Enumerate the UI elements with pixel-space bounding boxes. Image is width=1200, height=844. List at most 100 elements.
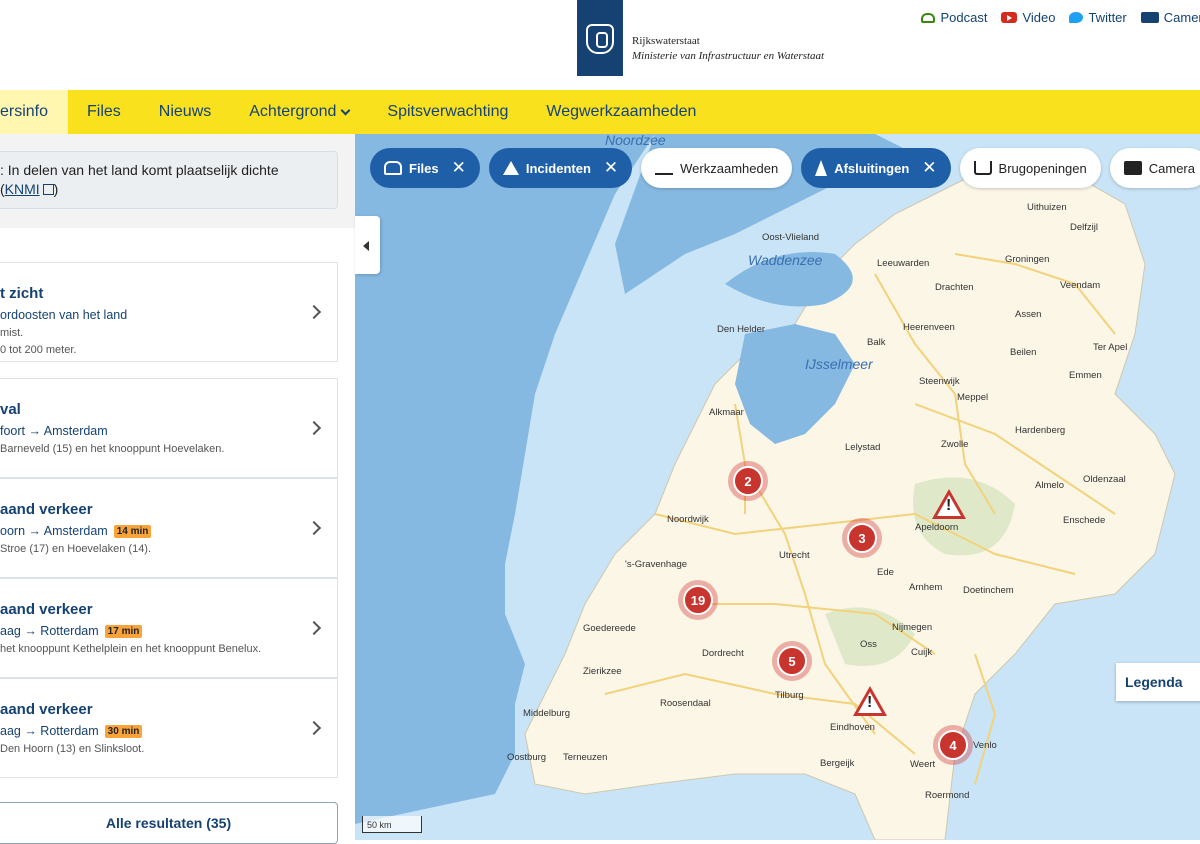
traffic-card[interactable]: aand verkeer oorn → Amsterdam 14 min Stro…: [0, 478, 338, 578]
filter-chip-files[interactable]: Files ✕: [370, 148, 480, 188]
card-route: aag → Rotterdam 17 min: [0, 624, 143, 638]
map-scale: 50 km: [362, 816, 422, 833]
all-results-button[interactable]: Alle resultaten (35): [0, 802, 338, 844]
cluster-count: 3: [847, 523, 877, 553]
place-label: Zierikzee: [583, 666, 622, 677]
card-route-label: oorn → Amsterdam: [0, 524, 108, 538]
card-title: val: [0, 401, 21, 418]
delay-badge: 17 min: [104, 624, 143, 638]
warning-icon[interactable]: [853, 686, 887, 716]
place-label: Almelo: [1035, 480, 1065, 491]
camera-link[interactable]: Camera: [1140, 10, 1200, 25]
cluster-count: 2: [733, 466, 763, 496]
filter-label: Camera: [1148, 160, 1195, 176]
place-label: Oss: [860, 639, 877, 650]
place-label: 's-Gravenhage: [625, 559, 688, 570]
card-title: aand verkeer: [0, 701, 93, 718]
filter-chip-brugopeningen[interactable]: Brugopeningen: [959, 148, 1101, 188]
close-icon[interactable]: ✕: [604, 158, 618, 178]
nav-item-verkeersinfo[interactable]: ersinfo: [0, 90, 68, 134]
close-icon[interactable]: ✕: [452, 158, 466, 178]
nav-item-wegwerkzaamheden[interactable]: Wegwerkzaamheden: [527, 90, 715, 134]
cone-icon: [815, 160, 828, 176]
podcast-link[interactable]: Podcast: [921, 10, 987, 25]
camera-icon: [1123, 161, 1142, 175]
video-link[interactable]: Video: [1001, 10, 1055, 25]
place-label: Apeldoorn: [915, 522, 959, 533]
place-label: Weert: [910, 759, 936, 770]
crest-icon: [586, 24, 614, 54]
nav-item-nieuws[interactable]: Nieuws: [140, 90, 230, 134]
traffic-card[interactable]: val foort → Amsterdam Barneveld (15) en …: [0, 378, 338, 478]
place-label: Tilburg: [775, 690, 804, 701]
traffic-map[interactable]: Noordzee Waddenzee IJsselmeer Oost-Vliel…: [355, 134, 1200, 840]
place-label: Meppel: [957, 392, 989, 403]
filter-chip-camera[interactable]: Camera: [1109, 148, 1200, 188]
place-label: Uithuizen: [1027, 202, 1067, 213]
traffic-card[interactable]: aand verkeer aag → Rotterdam 30 min Den H…: [0, 678, 338, 778]
traffic-card[interactable]: t zicht ordoosten van het land mist. 0 t…: [0, 262, 338, 362]
place-label: Emmen: [1069, 370, 1102, 381]
incident-cluster-marker[interactable]: 19: [678, 580, 718, 620]
incident-cluster-marker[interactable]: 5: [772, 641, 812, 681]
legend-button[interactable]: Legenda: [1116, 663, 1200, 701]
place-label: Leeuwarden: [877, 258, 930, 269]
traffic-card[interactable]: aand verkeer aag → Rotterdam 17 min het k…: [0, 578, 338, 678]
filter-label: Brugopeningen: [998, 160, 1087, 176]
close-icon[interactable]: ✕: [922, 158, 936, 178]
card-detail: Den Hoorn (13) en Slinksloot.: [0, 743, 145, 755]
card-title: t zicht: [0, 285, 44, 302]
weather-alert: : In delen van het land komt plaatselijk…: [0, 151, 338, 209]
alert-text: : In delen van het land komt plaatselijk…: [0, 162, 279, 178]
place-label: Dordrecht: [702, 648, 744, 659]
place-label: Eindhoven: [830, 722, 875, 733]
warning-icon[interactable]: [932, 489, 966, 519]
place-label: Oost-Vlieland: [762, 232, 820, 243]
water-label-ijsselmeer: IJsselmeer: [805, 356, 873, 372]
chevron-right-icon: [306, 620, 322, 636]
place-label: Noordwijk: [667, 514, 709, 525]
card-route-label: aag → Rotterdam: [0, 624, 99, 638]
card-route: oorn → Amsterdam 14 min: [0, 524, 152, 538]
place-label: Goedereede: [583, 623, 636, 634]
incident-cluster-marker[interactable]: 3: [842, 518, 882, 558]
incident-cluster-marker[interactable]: 2: [728, 461, 768, 501]
external-link-icon: [42, 184, 54, 195]
twitter-label: Twitter: [1088, 10, 1127, 25]
camera-icon: [1140, 12, 1159, 23]
card-title: aand verkeer: [0, 601, 93, 618]
cluster-count: 5: [777, 646, 807, 676]
twitter-link[interactable]: Twitter: [1069, 10, 1127, 25]
place-label: Arnhem: [909, 582, 943, 593]
nav-item-files[interactable]: Files: [68, 90, 140, 134]
nav-item-spitsverwachting[interactable]: Spitsverwachting: [368, 90, 527, 134]
place-label: Ter Apel: [1093, 342, 1128, 353]
chevron-down-icon: [340, 105, 351, 115]
place-label: Lelystad: [845, 442, 881, 453]
card-route-label: foort → Amsterdam: [0, 424, 108, 438]
knmi-link[interactable]: KNMI: [5, 181, 40, 197]
place-label: Assen: [1015, 309, 1042, 320]
place-label: Veendam: [1060, 280, 1101, 291]
collapse-sidebar-button[interactable]: [355, 216, 380, 274]
filter-label: Files: [409, 160, 439, 176]
place-label: Alkmaar: [709, 407, 744, 418]
place-label: Drachten: [935, 282, 974, 293]
filter-chip-incidenten[interactable]: Incidenten ✕: [488, 148, 633, 188]
top-links: Podcast Video Twitter Camera: [921, 10, 1200, 25]
filter-chip-werkzaamheden[interactable]: Werkzaamheden: [641, 148, 793, 188]
podcast-icon: [921, 12, 936, 23]
filter-label: Incidenten: [525, 160, 591, 176]
filter-chip-afsluitingen[interactable]: Afsluitingen ✕: [801, 148, 951, 188]
place-label: Enschede: [1063, 515, 1106, 526]
rijkswaterstaat-logo[interactable]: [577, 0, 623, 76]
cluster-count: 4: [938, 730, 968, 760]
chevron-right-icon: [306, 420, 322, 436]
incident-cluster-marker[interactable]: 4: [933, 725, 973, 765]
place-label: Bergeijk: [820, 758, 855, 769]
card-detail: Stroe (17) en Hoevelaken (14).: [0, 543, 152, 555]
filter-label: Afsluitingen: [834, 160, 910, 176]
water-label-waddenzee: Waddenzee: [748, 252, 823, 268]
place-label: Zwolle: [941, 439, 969, 450]
nav-item-achtergrond[interactable]: Achtergrond: [230, 90, 368, 134]
